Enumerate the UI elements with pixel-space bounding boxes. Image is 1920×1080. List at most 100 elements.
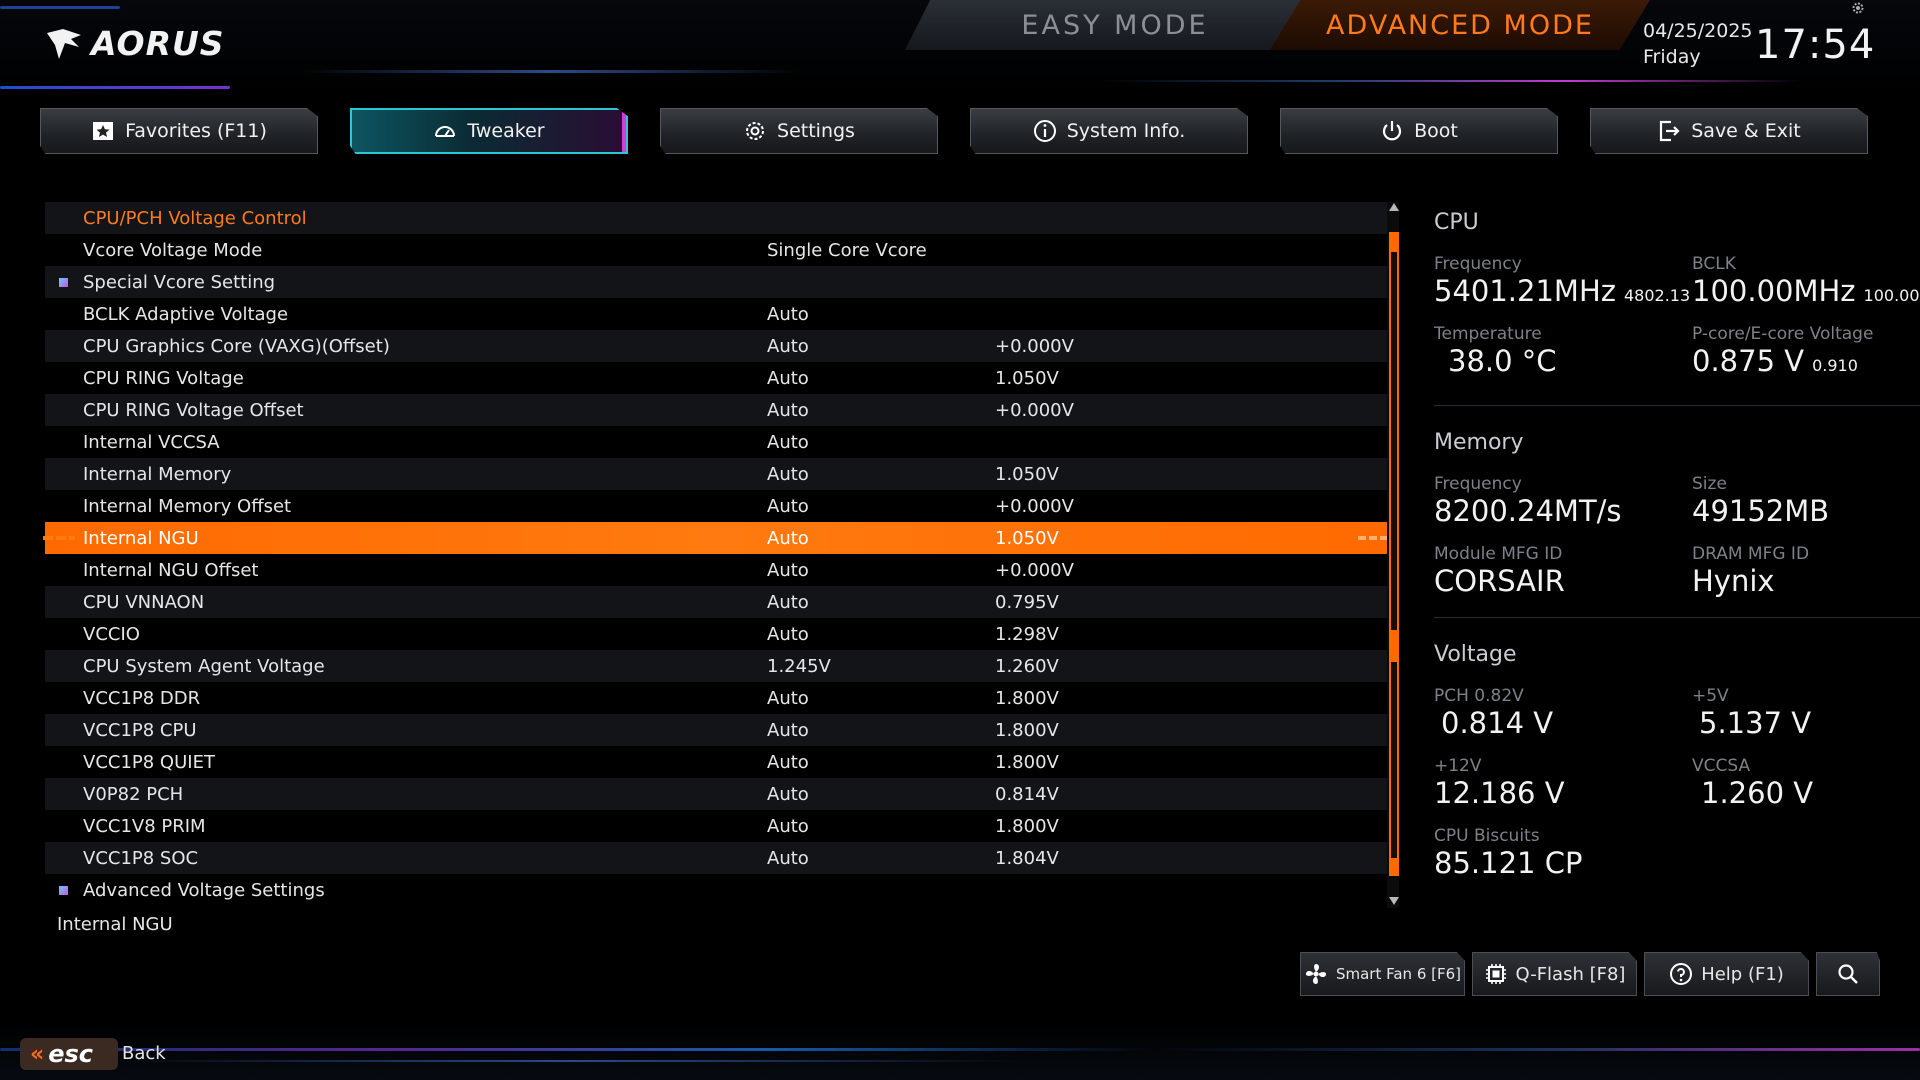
double-chevron-left-icon: « xyxy=(30,1041,45,1067)
setting-value[interactable]: Auto xyxy=(767,400,809,421)
setting-value[interactable]: Auto xyxy=(767,816,809,837)
setting-value[interactable]: Auto xyxy=(767,368,809,389)
module-mfg: Module MFG ID CORSAIR xyxy=(1434,544,1565,598)
temperature-value: 38.0 °C xyxy=(1448,344,1557,378)
setting-row[interactable]: VCC1P8 SOC Auto 1.804V xyxy=(45,842,1388,874)
setting-name: Internal VCCSA xyxy=(83,431,220,453)
setting-row[interactable]: CPU RING Voltage Offset Auto +0.000V xyxy=(45,394,1388,426)
tab-tweaker[interactable]: Tweaker xyxy=(350,108,628,154)
esc-button[interactable]: « esc xyxy=(20,1038,118,1070)
scroll-down-arrow-icon[interactable] xyxy=(1389,897,1399,905)
setting-value[interactable]: Auto xyxy=(767,592,809,613)
easy-mode-button[interactable]: EASY MODE xyxy=(905,0,1325,50)
current-reading: 1.800V xyxy=(995,687,1059,709)
divider xyxy=(1434,405,1920,406)
cpu-title: CPU xyxy=(1434,210,1479,235)
setting-row[interactable]: VCC1P8 QUIET Auto 1.800V xyxy=(45,746,1388,778)
scrollbar-thumb-cap xyxy=(1389,858,1399,876)
setting-row[interactable]: Internal VCCSA Auto xyxy=(45,426,1388,458)
setting-value[interactable]: Auto xyxy=(767,496,809,517)
q-flash-button[interactable]: Q-Flash [F8] xyxy=(1472,952,1637,996)
scroll-up-arrow-icon[interactable] xyxy=(1389,203,1399,211)
gear-icon[interactable] xyxy=(1851,1,1865,15)
vccsa-label: VCCSA xyxy=(1692,756,1751,776)
pch-voltage-label: PCH 0.82V xyxy=(1434,686,1524,706)
setting-value[interactable]: Auto xyxy=(767,720,809,741)
setting-value[interactable]: Auto xyxy=(767,784,809,805)
tab-label: Settings xyxy=(777,120,855,142)
setting-value[interactable]: Auto xyxy=(767,752,809,773)
advanced-mode-button[interactable]: ADVANCED MODE xyxy=(1270,0,1650,50)
setting-name: Internal NGU Offset xyxy=(83,559,259,581)
setting-row[interactable]: Vcore Voltage Mode Single Core Vcore xyxy=(45,234,1388,266)
memory-frequency-label: Frequency xyxy=(1434,474,1522,494)
setting-name: VCCIO xyxy=(83,623,140,645)
scrollbar-thumb[interactable] xyxy=(1389,232,1399,875)
setting-row[interactable]: VCCIO Auto 1.298V xyxy=(45,618,1388,650)
smart-fan-button[interactable]: Smart Fan 6 [F6] xyxy=(1300,952,1465,996)
setting-value[interactable]: Single Core Vcore xyxy=(767,240,927,261)
setting-value[interactable]: 1.245V xyxy=(767,656,831,677)
setting-value[interactable]: Auto xyxy=(767,848,809,869)
cpu-frequency-value: 5401.21MHz xyxy=(1434,274,1616,308)
setting-row[interactable]: Internal NGU Offset Auto +0.000V xyxy=(45,554,1388,586)
current-reading: 0.795V xyxy=(995,591,1059,613)
search-button[interactable] xyxy=(1816,952,1880,996)
search-icon xyxy=(1838,964,1858,984)
setting-row[interactable]: VCC1P8 DDR Auto 1.800V xyxy=(45,682,1388,714)
setting-value[interactable]: Auto xyxy=(767,624,809,645)
cpu-biscuits-label: CPU Biscuits xyxy=(1434,826,1540,846)
help-button[interactable]: Help (F1) xyxy=(1644,952,1809,996)
submenu-item[interactable]: Advanced Voltage Settings xyxy=(45,874,1388,906)
help-label: Help (F1) xyxy=(1701,963,1784,985)
tab-system-info[interactable]: System Info. xyxy=(970,108,1248,154)
tab-settings[interactable]: Settings xyxy=(660,108,938,154)
setting-value[interactable]: Auto xyxy=(767,304,809,325)
voltage-section: Voltage PCH 0.82V 0.814 V +5V 5.137 V +1… xyxy=(1434,642,1920,902)
setting-row[interactable]: VCC1V8 PRIM Auto 1.800V xyxy=(45,810,1388,842)
dram-mfg: DRAM MFG ID Hynix xyxy=(1692,544,1809,598)
pch-voltage-value: 0.814 V xyxy=(1441,706,1554,740)
setting-row[interactable]: BCLK Adaptive Voltage Auto xyxy=(45,298,1388,330)
setting-row[interactable]: CPU Graphics Core (VAXG)(Offset) Auto +0.0… xyxy=(45,330,1388,362)
decor-streak xyxy=(0,1048,1920,1051)
date: 04/25/2025 xyxy=(1643,20,1753,42)
current-reading: 1.298V xyxy=(995,623,1059,645)
module-mfg-label: Module MFG ID xyxy=(1434,544,1563,564)
setting-row[interactable]: Internal Memory Auto 1.050V xyxy=(45,458,1388,490)
setting-value[interactable]: Auto xyxy=(767,464,809,485)
setting-row[interactable]: CPU System Agent Voltage 1.245V 1.260V xyxy=(45,650,1388,682)
cpu-frequency-label: Frequency xyxy=(1434,254,1522,274)
setting-row[interactable]: V0P82 PCH Auto 0.814V xyxy=(45,778,1388,810)
tab-favorites[interactable]: Favorites (F11) xyxy=(40,108,318,154)
setting-row[interactable]: Internal Memory Offset Auto +0.000V xyxy=(45,490,1388,522)
tab-label: Boot xyxy=(1414,120,1458,142)
tab-boot[interactable]: Boot xyxy=(1280,108,1558,154)
esc-label: esc xyxy=(48,1040,94,1068)
pch-voltage: PCH 0.82V 0.814 V xyxy=(1434,686,1553,740)
12v-label: +12V xyxy=(1434,756,1482,776)
main-tabs: Favorites (F11) Tweaker Settings System … xyxy=(40,108,1880,156)
setting-name: Internal NGU xyxy=(83,527,199,549)
cpu-temperature: Temperature 38.0 °C xyxy=(1434,324,1557,378)
submenu-item[interactable]: Special Vcore Setting xyxy=(45,266,1388,298)
gear-icon xyxy=(746,122,765,140)
chip-icon xyxy=(1485,964,1506,984)
setting-value[interactable]: Auto xyxy=(767,432,809,453)
setting-value[interactable]: Auto xyxy=(767,528,809,549)
cpu-frequency-secondary: 4802.13 xyxy=(1623,286,1691,305)
help-icon xyxy=(1670,963,1693,985)
tab-save-exit[interactable]: Save & Exit xyxy=(1590,108,1868,154)
setting-value[interactable]: Auto xyxy=(767,688,809,709)
speedometer-icon xyxy=(435,126,456,137)
setting-name: CPU/PCH Voltage Control xyxy=(83,207,307,229)
divider xyxy=(1434,617,1920,618)
current-reading: 1.800V xyxy=(995,719,1059,741)
setting-row[interactable]: CPU VNNAON Auto 0.795V xyxy=(45,586,1388,618)
setting-value[interactable]: Auto xyxy=(767,336,809,357)
easy-mode-label: EASY MODE xyxy=(1021,9,1209,41)
setting-row[interactable]: CPU RING Voltage Auto 1.050V xyxy=(45,362,1388,394)
setting-value[interactable]: Auto xyxy=(767,560,809,581)
setting-row[interactable]: VCC1P8 CPU Auto 1.800V xyxy=(45,714,1388,746)
setting-row[interactable]: Internal NGU Auto 1.050V xyxy=(43,522,1388,554)
